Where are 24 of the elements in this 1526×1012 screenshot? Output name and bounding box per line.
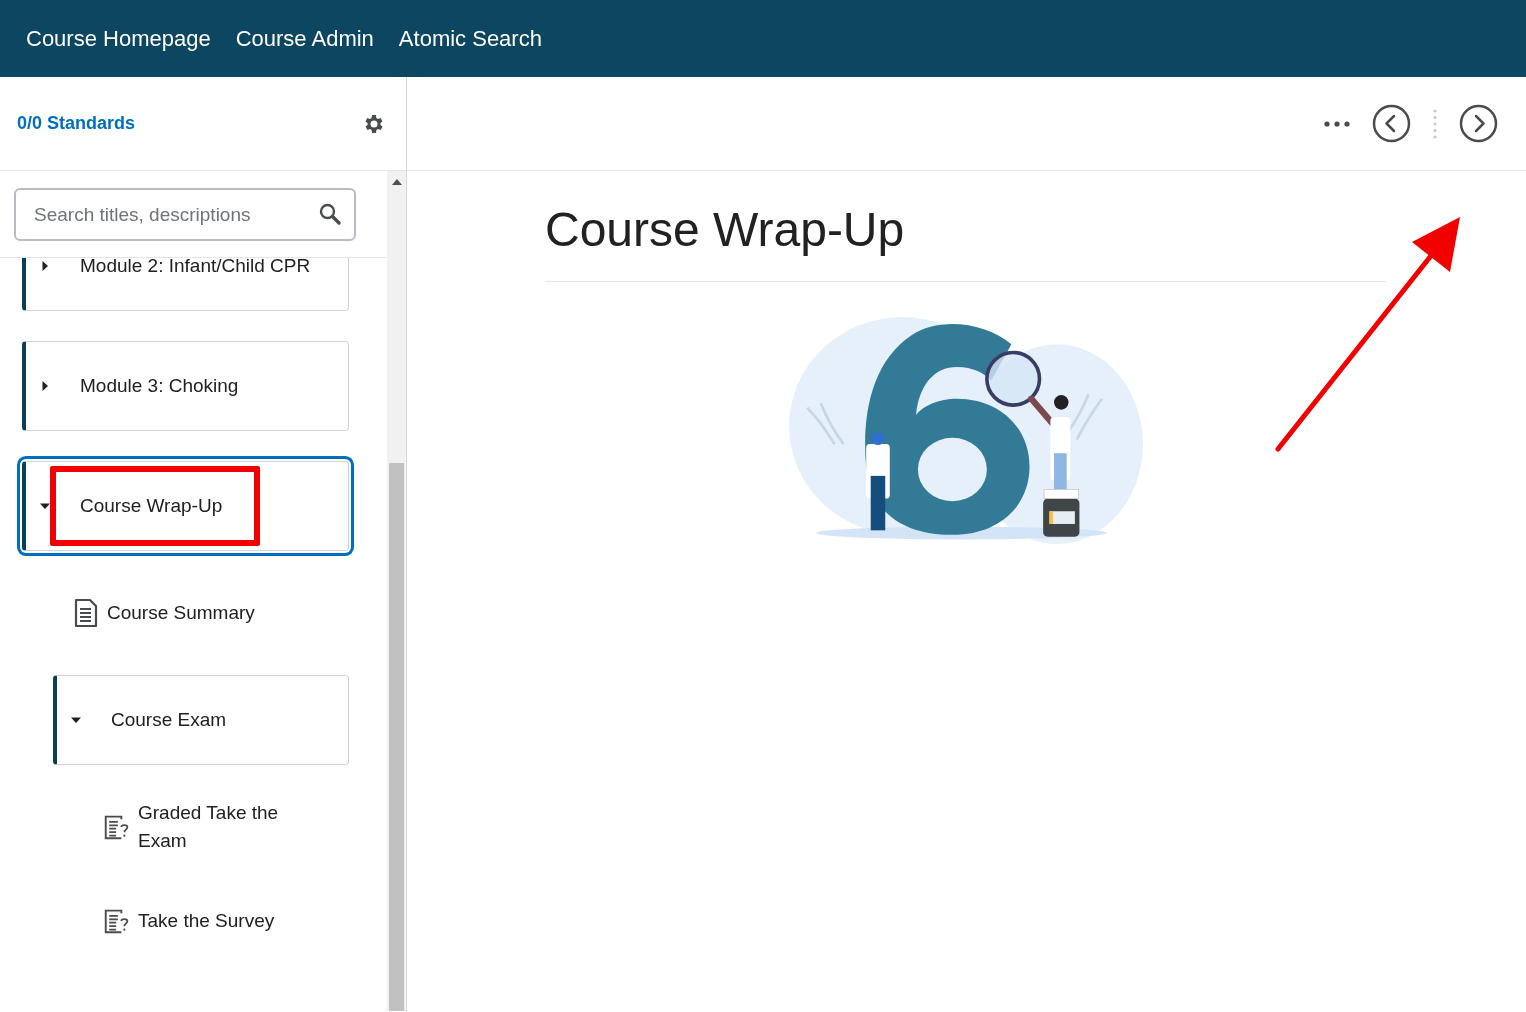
quiz-item[interactable]: Graded Take the Exam xyxy=(84,795,349,859)
page-title: Course Wrap-Up xyxy=(545,201,1386,282)
nav-link[interactable]: Course Admin xyxy=(235,22,374,55)
module-card[interactable]: Module 2: Infant/Child CPR xyxy=(22,258,349,311)
more-options-icon[interactable] xyxy=(1324,120,1350,127)
dotted-divider xyxy=(1433,108,1437,139)
document-icon xyxy=(73,598,99,628)
standards-link[interactable]: 0/0 Standards xyxy=(17,110,136,137)
nav-link[interactable]: Atomic Search xyxy=(398,22,542,55)
caret-icon xyxy=(40,381,50,391)
module-card[interactable]: Module 3: Choking xyxy=(22,341,349,431)
previous-icon[interactable] xyxy=(1372,104,1411,143)
search-field[interactable]: Search titles, descriptions xyxy=(14,188,356,241)
module-card[interactable]: Course Exam xyxy=(53,675,349,765)
nav-link[interactable]: Course Homepage xyxy=(26,22,211,55)
caret-icon xyxy=(40,501,50,511)
caret-icon xyxy=(71,715,81,725)
scroll-up-arrow-icon[interactable] xyxy=(391,179,402,185)
next-icon[interactable] xyxy=(1459,104,1498,143)
caret-icon xyxy=(40,261,50,271)
topic-item[interactable]: Course Summary xyxy=(53,581,349,645)
search-icon[interactable] xyxy=(318,202,342,226)
scrollbar[interactable] xyxy=(387,171,406,1011)
quiz-item[interactable]: Take the Survey xyxy=(84,889,349,953)
